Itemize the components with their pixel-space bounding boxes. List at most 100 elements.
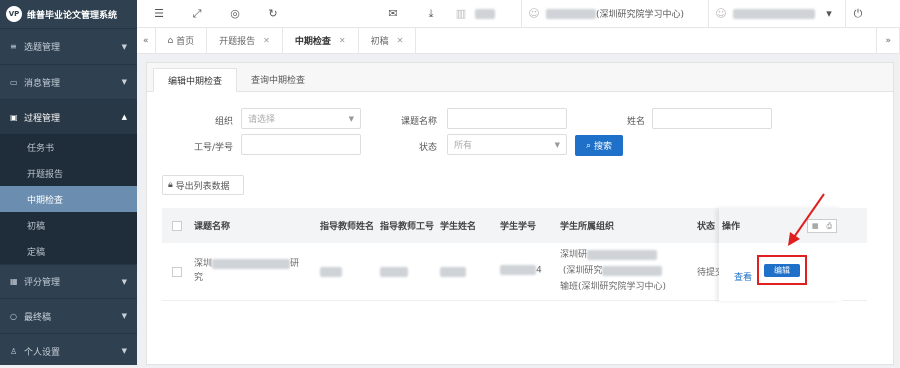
status-select[interactable]: 所有 ▼	[447, 134, 567, 155]
blurred-teacher-name	[320, 267, 342, 277]
user-icon: ☺	[528, 7, 540, 20]
process-submenu: 任务书 开题报告 中期检查 初稿 定稿	[0, 134, 137, 264]
score-icon: ▦	[10, 277, 18, 286]
blurred-student-id	[500, 265, 536, 275]
close-icon[interactable]: ✕	[397, 36, 404, 45]
blurred-student-name	[440, 267, 466, 277]
sidebar-item-final[interactable]: ○ 最终稿 ▼	[0, 298, 137, 333]
list-icon: ≡	[10, 42, 17, 51]
menu-toggle-icon[interactable]: ☰	[147, 7, 171, 20]
row-checkbox[interactable]	[172, 266, 182, 277]
chevron-down-icon: ▼	[348, 114, 354, 123]
submenu-midterm[interactable]: 中期检查	[0, 186, 137, 212]
topic-input[interactable]	[447, 108, 567, 129]
blurred-teacher-id	[380, 267, 408, 277]
chevron-down-icon: ▼	[121, 78, 127, 86]
theme-icon[interactable]: ◎	[223, 7, 247, 20]
chevron-down-icon: ▼	[121, 42, 127, 51]
fullscreen-icon[interactable]: ⤢	[185, 7, 209, 21]
name-label: 姓名	[626, 117, 645, 127]
power-icon[interactable]: ⏻	[846, 7, 870, 21]
page-tabs: « ⌂ 首页 开题报告 ✕ 中期检查 ✕ 初稿 ✕ »	[137, 27, 900, 54]
annotation-arrow	[788, 193, 825, 246]
sidebar-item-label: 过程管理	[24, 113, 61, 124]
submenu-first-draft[interactable]: 初稿	[0, 212, 137, 238]
topic-cell: 深圳 研究	[194, 257, 299, 285]
export-button[interactable]: 🔒︎ 导出列表数据	[162, 175, 244, 195]
chevron-down-icon: ▼	[121, 347, 127, 355]
edit-button[interactable]: 编辑	[764, 264, 800, 277]
org-select[interactable]: 请选择 ▼	[241, 108, 361, 129]
sidebar-item-topic[interactable]: ≡ 选题管理 ▼	[0, 28, 137, 64]
download-icon[interactable]: ⤓	[419, 7, 443, 21]
subtab-query-midterm[interactable]: 查询中期检查	[237, 67, 319, 91]
close-icon[interactable]: ✕	[263, 36, 270, 45]
tab-first-draft[interactable]: 初稿 ✕	[359, 27, 417, 54]
org-label: 组织	[214, 117, 233, 127]
blurred-name	[475, 8, 495, 19]
book-icon: ▣	[10, 112, 18, 122]
lock-icon: 🔒︎	[168, 180, 173, 190]
student-id-cell: 4	[500, 265, 542, 276]
subtab-edit-midterm[interactable]: 编辑中期检查	[153, 68, 238, 92]
org-label: (深圳研究院学习中心)	[596, 10, 685, 20]
sidebar-item-process[interactable]: ▣ 过程管理 ▲	[0, 99, 137, 134]
chevron-down-icon[interactable]: ▾	[817, 7, 841, 20]
view-link[interactable]: 查看	[734, 270, 752, 283]
status-label: 状态	[418, 143, 437, 153]
org-cell: 深圳研 (深圳研究 输班(深圳研究院学习中心)	[560, 247, 700, 295]
col-teacher-name: 指导教师姓名	[320, 222, 375, 232]
select-all-checkbox[interactable]	[172, 220, 182, 231]
blurred-org	[587, 249, 658, 260]
arrow-shaft	[791, 193, 825, 241]
org-line3: 输班(深圳研究院学习中心)	[560, 282, 667, 292]
user-icon: ♙	[10, 346, 18, 356]
tab-label: 初稿	[370, 37, 389, 47]
sidebar-item-label: 消息管理	[24, 78, 61, 89]
vertical-scrollbar[interactable]	[894, 54, 900, 365]
name-input[interactable]	[652, 108, 772, 129]
sidebar-item-label: 选题管理	[24, 43, 61, 53]
sidebar: VP 维普毕业论文管理系统 ≡ 选题管理 ▼ ▭ 消息管理 ▼ ▣ 过程管理 ▲ 任务书 开…	[0, 0, 137, 365]
tab-midterm[interactable]: 中期检查 ✕	[283, 27, 359, 54]
search-button[interactable]: ⌕ 搜索	[575, 135, 623, 156]
close-icon[interactable]: ✕	[339, 36, 346, 45]
search-label: 搜索	[593, 142, 612, 152]
submenu-task-book[interactable]: 任务书	[0, 134, 137, 160]
tab-label: 开题报告	[219, 37, 256, 47]
topic-line2: 究	[194, 273, 204, 283]
blurred-user	[733, 8, 816, 19]
tab-home[interactable]: ⌂ 首页	[156, 27, 208, 54]
topic-suffix: 研	[290, 259, 300, 269]
message-icon: ▭	[10, 77, 18, 87]
tabs-scroll-right-icon[interactable]: »	[876, 27, 900, 54]
col-student-id: 学生学号	[500, 222, 537, 232]
mail-icon[interactable]: ✉	[381, 7, 405, 20]
subtabs: 编辑中期检查 查询中期检查	[147, 63, 893, 92]
export-label: 导出列表数据	[175, 181, 230, 192]
blurred-org	[602, 265, 663, 276]
col-operation: 操作	[722, 222, 741, 232]
topic-label: 课题名称	[400, 117, 437, 127]
building-icon: ▥	[455, 7, 467, 20]
id-input[interactable]	[241, 134, 361, 155]
sidebar-item-personal[interactable]: ♙ 个人设置 ▼	[0, 333, 137, 368]
student-id-tail: 4	[536, 265, 542, 276]
sidebar-item-label: 评分管理	[24, 278, 61, 288]
id-label: 工号/学号	[193, 143, 233, 153]
sidebar-item-label: 个人设置	[24, 347, 61, 358]
col-topic: 课题名称	[194, 222, 231, 232]
search-icon: ⌕	[586, 140, 592, 151]
tab-proposal[interactable]: 开题报告 ✕	[207, 27, 283, 54]
org-placeholder: 请选择	[248, 115, 276, 125]
status-value: 所有	[454, 141, 473, 151]
col-student-name: 学生姓名	[440, 222, 477, 232]
top-toolbar: ☰ ⤢ ◎ ↻ ✉ ⤓ ▥ ☺ (深圳研究院学习中心) ☺ ▾ ⏻	[137, 0, 900, 28]
refresh-icon[interactable]: ↻	[261, 7, 285, 20]
sidebar-item-message[interactable]: ▭ 消息管理 ▼	[0, 64, 137, 99]
org-line2: (深圳研究	[562, 266, 603, 276]
submenu-proposal[interactable]: 开题报告	[0, 160, 137, 186]
sidebar-item-score[interactable]: ▦ 评分管理 ▼	[0, 264, 137, 298]
submenu-final-draft[interactable]: 定稿	[0, 238, 137, 264]
tabs-scroll-left-icon[interactable]: «	[137, 27, 156, 54]
